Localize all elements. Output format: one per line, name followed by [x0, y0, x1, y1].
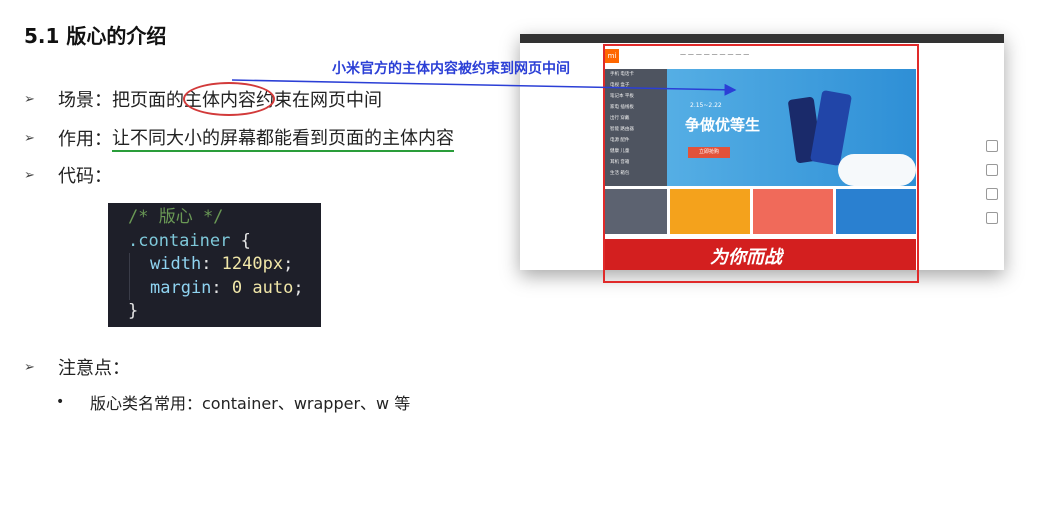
callout-label: 小米官方的主体内容被约束到网页中间 [332, 61, 570, 77]
